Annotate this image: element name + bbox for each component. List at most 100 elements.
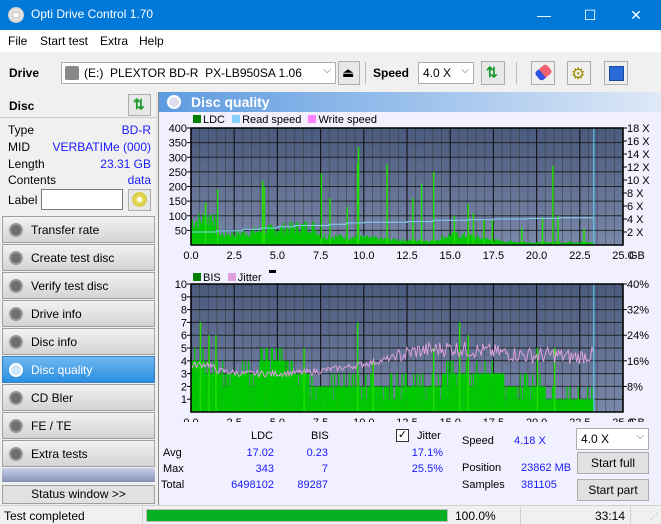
start-full-button[interactable]: Start full [577,452,649,474]
x-tick-label: 5.0 [270,417,285,422]
x-tick-label: 5.0 [270,250,285,262]
disc-refresh-button[interactable]: ⇅ [128,94,151,116]
status-divider [520,507,521,524]
y2-tick-label: 6 X [627,201,644,213]
disc-row-contents: Contents data [8,173,151,189]
stats-col-bis: BIS [311,430,329,442]
nav-fe-te[interactable]: FE / TE [2,412,155,439]
erase-button[interactable] [531,61,555,85]
y-tick-label: 4 [181,356,187,368]
position-label: Position [462,462,502,474]
bis-spike [467,335,469,412]
x-axis-unit: GB [629,250,645,262]
ldc-spike [552,166,554,245]
menu-file[interactable]: File [8,34,27,48]
refresh-button[interactable]: ⇅ [481,61,505,85]
nav-label: FE / TE [31,419,72,433]
status-bar: Test completed 100.0% 33:14 ⋰ [0,505,661,524]
disc-header-title: Disc [9,99,35,113]
ldc-spike [483,220,485,245]
ldc-spike [357,147,360,245]
x-tick-label: 0.0 [183,417,198,422]
x-tick-label: 7.5 [313,417,328,422]
settings-button[interactable]: ⚙ [567,61,591,85]
ldc-spike [467,204,469,245]
app-disc-icon [8,7,24,23]
y2-tick-label: 16% [627,356,649,368]
minimize-button[interactable]: — [521,0,567,30]
cd-bler-icon [9,391,23,405]
elapsed-time: 33:14 [595,509,626,523]
jitter-checkbox[interactable]: ✓ [396,429,409,442]
close-button[interactable]: ✕ [613,0,659,30]
x-tick-label: 17.5 [483,250,504,262]
ldc-spike [420,183,423,245]
nav-label: Transfer rate [31,223,100,237]
nav-label: Disc info [31,335,78,349]
menu-start-test[interactable]: Start test [40,34,88,48]
disc-info-box: Disc ⇅ Type BD-R MID VERBATIMe (000) Len… [0,92,157,214]
y-tick-label: 250 [169,167,187,179]
disc-header: Disc ⇅ [0,92,157,118]
x-tick-label: 7.5 [313,250,328,262]
bis-spike [432,348,435,412]
progress-fill [147,510,447,521]
ldc-spike [320,173,323,245]
stats-max-bis: 7 [321,463,328,475]
disc-label-key: Label [8,193,38,207]
test-speed-select[interactable]: 4.0 X ⌵ [576,428,649,450]
x-tick-label: 0.0 [183,250,198,262]
nav-create-test-disc[interactable]: Create test disc [2,244,155,271]
stats-avg-bis: 0.23 [306,447,328,459]
disc-label-button[interactable] [128,189,151,211]
x-tick-label: 10.0 [353,250,374,262]
stats-total-bis: 89287 [297,479,328,491]
disc-contents-key: Contents [8,173,57,187]
maximize-button[interactable]: ☐ [567,0,613,30]
disc-icon [132,192,147,207]
disc-row-type: Type BD-R [8,123,151,139]
y2-tick-label: 10 X [627,175,650,187]
legend-marker [268,270,276,273]
nav-disc-quality[interactable]: Disc quality [2,356,155,383]
nav-extra-tests[interactable]: Extra tests [2,440,155,467]
speed-select[interactable]: 4.0 X ⌵ [418,62,474,84]
nav-drive-info[interactable]: Drive info [2,300,155,327]
y-tick-label: 3 [181,369,187,381]
gears-icon: ⚙ [571,66,586,83]
disc-length-value: 23.31 GB [100,157,151,171]
extra-tests-icon [9,447,23,461]
eject-button[interactable]: ⏏ [338,61,360,85]
y-tick-label: 7 [181,317,187,329]
drive-select[interactable]: (E:) PLEXTOR BD-R PX-LB950SA 1.06 ⌵ [61,62,336,84]
stats-max-ldc: 343 [255,463,274,475]
y-tick-label: 350 [169,138,187,150]
toolbar: Drive (E:) PLEXTOR BD-R PX-LB950SA 1.06 … [0,52,661,92]
chevron-down-icon: ⌵ [636,431,644,442]
samples-value: 381105 [521,479,557,491]
menu-help[interactable]: Help [139,34,164,48]
x-tick-label: 12.5 [396,417,417,422]
nav-transfer-rate[interactable]: Transfer rate [2,216,155,243]
refresh-arrows-icon: ⇅ [133,96,145,112]
resize-grip-icon[interactable]: ⋰ [650,512,658,521]
nav-disc-info[interactable]: Disc info [2,328,155,355]
x-tick-label: 2.5 [227,417,242,422]
status-text: Test completed [4,509,85,523]
menu-extra[interactable]: Extra [100,34,128,48]
y-tick-label: 1 [181,394,187,406]
panel-title: Disc quality [191,94,270,110]
ldc-spike [491,220,494,245]
toolbar-divider [365,62,366,84]
disc-label-input[interactable] [41,189,123,210]
bis-spike [303,348,305,412]
eject-icon: ⏏ [342,65,355,80]
disc-type-key: Type [8,123,35,137]
nav-cd-bler[interactable]: CD Bler [2,384,155,411]
start-part-button[interactable]: Start part [577,479,649,501]
x-tick-label: 22.5 [569,417,590,422]
left-panel: Disc ⇅ Type BD-R MID VERBATIMe (000) Len… [0,92,157,505]
status-window-button[interactable]: Status window >> [2,485,155,504]
nav-verify-test-disc[interactable]: Verify test disc [2,272,155,299]
save-button[interactable] [604,61,628,85]
